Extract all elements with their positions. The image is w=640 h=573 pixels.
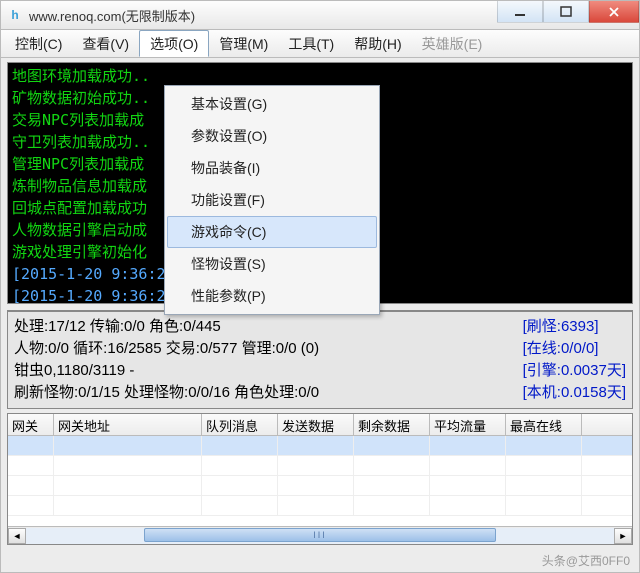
column-header[interactable]: 剩余数据 [354,414,430,435]
close-icon [608,6,620,18]
table-cell [278,436,354,455]
table-cell [506,496,582,515]
stats-right: [刷怪:6393] [在线:0/0/0] [引擎:0.0037天] [本机:0.… [523,316,626,404]
menu-help[interactable]: 帮助(H) [344,30,411,57]
titlebar: h www.renoq.com(无限制版本) [0,0,640,30]
maximize-icon [560,6,572,18]
table-cell [506,456,582,475]
table-row[interactable] [8,496,632,516]
gateway-table: 网关网关地址队列消息发送数据剩余数据平均流量最高在线 ◄ III ► [7,413,633,545]
table-cell [278,496,354,515]
horizontal-scrollbar[interactable]: ◄ III ► [8,526,632,544]
stats-line: 处理:17/12 传输:0/0 角色:0/445 [14,316,523,338]
table-cell [278,456,354,475]
window-title: www.renoq.com(无限制版本) [29,6,497,25]
menu-perf-params[interactable]: 性能参数(P) [167,280,377,312]
table-cell [430,496,506,515]
table-cell [354,436,430,455]
table-cell [8,456,54,475]
table-cell [202,436,278,455]
menu-hero[interactable]: 英雄版(E) [412,30,493,57]
scroll-left-button[interactable]: ◄ [8,528,26,544]
stats-line: [本机:0.0158天] [523,382,626,404]
column-header[interactable]: 发送数据 [278,414,354,435]
column-header[interactable]: 网关 [8,414,54,435]
stats-left: 处理:17/12 传输:0/0 角色:0/445 人物:0/0 循环:16/25… [14,316,523,404]
log-line: 地图环境加载成功.. [12,65,628,87]
stats-line: 人物:0/0 循环:16/2585 交易:0/577 管理:0/0 (0) [14,338,523,360]
menu-basic-settings[interactable]: 基本设置(G) [167,88,377,120]
table-cell [8,476,54,495]
menu-item-equip[interactable]: 物品装备(I) [167,152,377,184]
column-header[interactable]: 最高在线 [506,414,582,435]
table-cell [506,436,582,455]
table-cell [54,476,202,495]
window-buttons [497,1,639,29]
menu-manage[interactable]: 管理(M) [209,30,278,57]
menu-game-command[interactable]: 游戏命令(C) [167,216,377,248]
menu-monster-settings[interactable]: 怪物设置(S) [167,248,377,280]
table-cell [8,496,54,515]
stats-line: 刷新怪物:0/1/15 处理怪物:0/0/16 角色处理:0/0 [14,382,523,404]
stats-line: [刷怪:6393] [523,316,626,338]
stats-panel: 处理:17/12 传输:0/0 角色:0/445 人物:0/0 循环:16/25… [7,310,633,409]
table-row[interactable] [8,456,632,476]
menu-feature-settings[interactable]: 功能设置(F) [167,184,377,216]
stats-line: [在线:0/0/0] [523,338,626,360]
menu-view[interactable]: 查看(V) [72,30,139,57]
table-cell [54,436,202,455]
table-cell [354,476,430,495]
options-dropdown: 基本设置(G) 参数设置(O) 物品装备(I) 功能设置(F) 游戏命令(C) … [164,85,380,315]
table-cell [430,476,506,495]
stats-line: 钳虫0,1180/3119 - [14,360,523,382]
column-header[interactable]: 网关地址 [54,414,202,435]
table-cell [54,456,202,475]
menubar: 控制(C) 查看(V) 选项(O) 管理(M) 工具(T) 帮助(H) 英雄版(… [1,30,639,58]
table-cell [354,456,430,475]
table-cell [202,456,278,475]
content-area: 地图环境加载成功.. 矿物数据初始成功.. 交易NPC列表加载成 守卫列表加载成… [1,58,639,551]
scroll-track[interactable]: III [26,528,614,544]
minimize-button[interactable] [497,1,543,23]
app-icon: h [7,7,23,23]
table-cell [202,476,278,495]
table-cell [430,456,506,475]
menu-param-settings[interactable]: 参数设置(O) [167,120,377,152]
stats-line: [引擎:0.0037天] [523,360,626,382]
table-body [8,436,632,526]
scroll-thumb[interactable]: III [144,528,497,542]
table-row[interactable] [8,436,632,456]
table-header: 网关网关地址队列消息发送数据剩余数据平均流量最高在线 [8,414,632,436]
table-cell [354,496,430,515]
minimize-icon [514,6,526,18]
table-cell [278,476,354,495]
window-frame: 控制(C) 查看(V) 选项(O) 管理(M) 工具(T) 帮助(H) 英雄版(… [0,30,640,573]
table-cell [202,496,278,515]
table-cell [506,476,582,495]
scroll-right-button[interactable]: ► [614,528,632,544]
close-button[interactable] [589,1,639,23]
menu-control[interactable]: 控制(C) [5,30,72,57]
column-header[interactable]: 队列消息 [202,414,278,435]
table-cell [54,496,202,515]
maximize-button[interactable] [543,1,589,23]
table-cell [430,436,506,455]
column-header[interactable]: 平均流量 [430,414,506,435]
menu-options[interactable]: 选项(O) [139,30,209,57]
table-row[interactable] [8,476,632,496]
menu-tools[interactable]: 工具(T) [278,30,344,57]
table-cell [8,436,54,455]
